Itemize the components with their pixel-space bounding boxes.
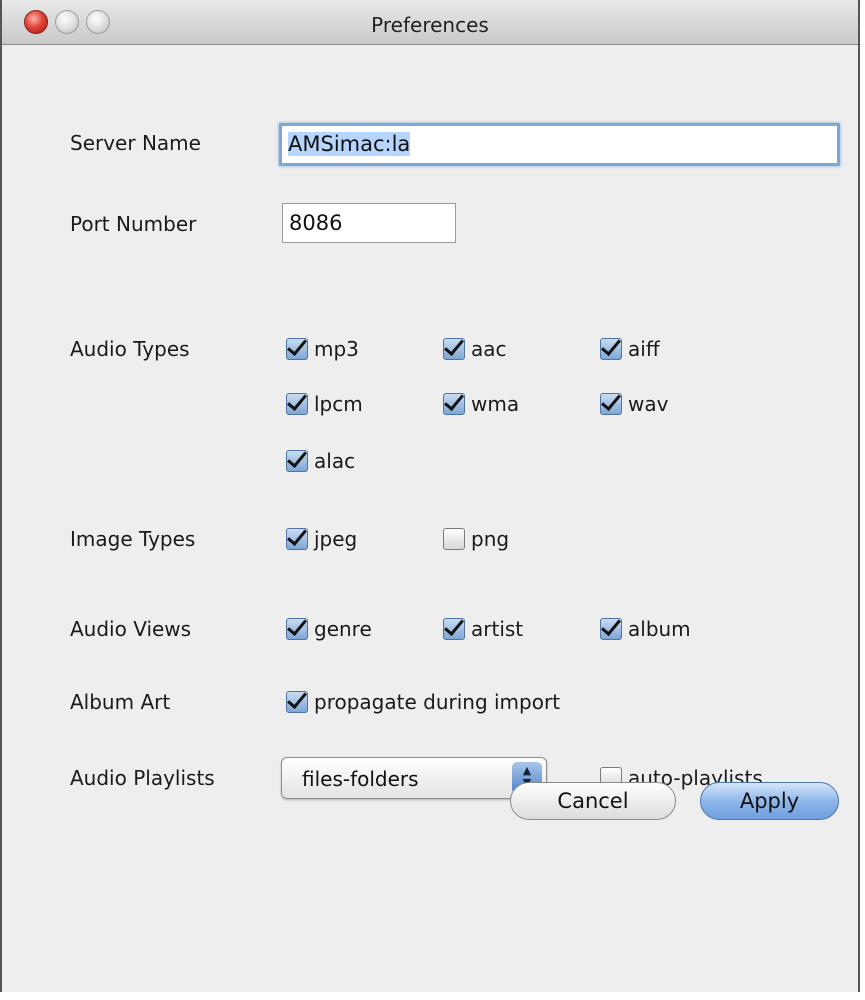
checkbox-checked-icon: [286, 450, 308, 472]
checkbox-label: genre: [314, 617, 372, 641]
audio-type-wav-checkbox[interactable]: wav: [600, 389, 668, 419]
audio-view-genre-checkbox[interactable]: genre: [286, 614, 372, 644]
image-type-png-checkbox[interactable]: png: [443, 524, 509, 554]
audio-type-mp3-checkbox[interactable]: mp3: [286, 334, 359, 364]
checkbox-checked-icon: [443, 338, 465, 360]
apply-button[interactable]: Apply: [700, 782, 839, 820]
audio-type-aac-checkbox[interactable]: aac: [443, 334, 507, 364]
checkbox-checked-icon: [286, 618, 308, 640]
checkbox-label: propagate during import: [314, 690, 561, 714]
port-number-label: Port Number: [70, 212, 197, 236]
checkbox-label: album: [628, 617, 691, 641]
preferences-window: Preferences Server Name AMSimac:la Port …: [0, 0, 860, 992]
checkbox-checked-icon: [286, 528, 308, 550]
audio-type-aiff-checkbox[interactable]: aiff: [600, 334, 660, 364]
window-title: Preferences: [371, 13, 489, 37]
checkbox-label: lpcm: [314, 392, 363, 416]
checkbox-checked-icon: [600, 338, 622, 360]
checkbox-checked-icon: [443, 393, 465, 415]
checkbox-label: alac: [314, 449, 356, 473]
album-art-label: Album Art: [70, 690, 171, 714]
checkbox-checked-icon: [600, 393, 622, 415]
checkbox-checked-icon: [443, 618, 465, 640]
audio-types-label: Audio Types: [70, 337, 190, 361]
checkbox-label: png: [471, 527, 510, 551]
audio-type-wma-checkbox[interactable]: wma: [443, 389, 519, 419]
checkbox-label: jpeg: [314, 527, 358, 551]
checkbox-label: wma: [471, 392, 520, 416]
popup-selected-value: files-folders: [302, 767, 419, 791]
image-types-label: Image Types: [70, 527, 196, 551]
checkbox-label: aac: [471, 337, 507, 361]
server-name-field[interactable]: AMSimac:la: [279, 123, 840, 166]
audio-type-lpcm-checkbox[interactable]: lpcm: [286, 389, 363, 419]
checkbox-unchecked-icon: [443, 528, 465, 550]
audio-views-label: Audio Views: [70, 617, 192, 641]
audio-type-alac-checkbox[interactable]: alac: [286, 446, 355, 476]
image-type-jpeg-checkbox[interactable]: jpeg: [286, 524, 357, 554]
audio-playlists-popup[interactable]: files-folders ▲▼: [281, 757, 547, 799]
propagate-during-import-checkbox[interactable]: propagate during import: [286, 687, 560, 717]
audio-view-album-checkbox[interactable]: album: [600, 614, 691, 644]
checkbox-checked-icon: [286, 338, 308, 360]
server-name-value: AMSimac:la: [288, 132, 411, 156]
checkbox-label: artist: [471, 617, 524, 641]
cancel-button[interactable]: Cancel: [510, 782, 676, 820]
checkbox-checked-icon: [600, 618, 622, 640]
audio-playlists-label: Audio Playlists: [70, 766, 215, 790]
checkbox-checked-icon: [286, 393, 308, 415]
checkbox-label: mp3: [314, 337, 359, 361]
server-name-label: Server Name: [70, 131, 201, 155]
title-bar: Preferences: [2, 0, 858, 45]
checkbox-checked-icon: [286, 691, 308, 713]
checkbox-label: wav: [628, 392, 669, 416]
audio-view-artist-checkbox[interactable]: artist: [443, 614, 523, 644]
port-number-field[interactable]: 8086: [282, 203, 456, 243]
checkbox-label: aiff: [628, 337, 660, 361]
